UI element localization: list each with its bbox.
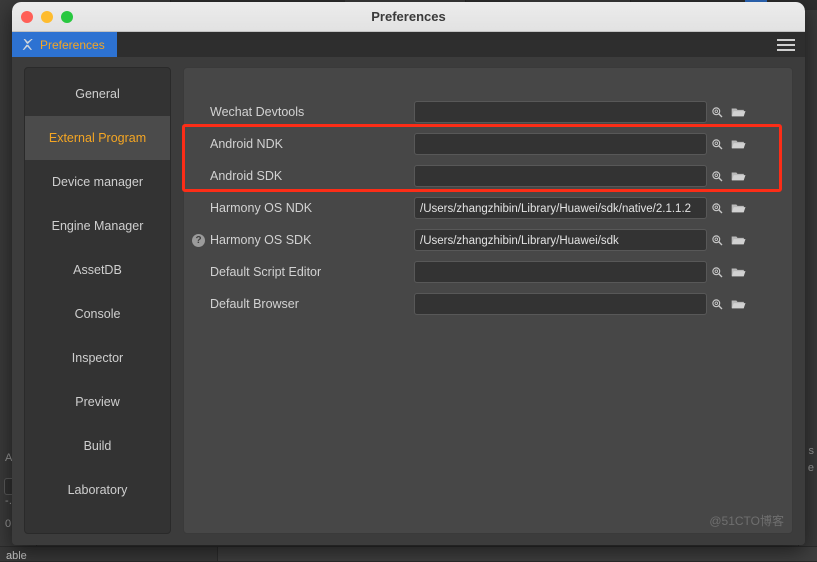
setting-row-wechat-devtools: Wechat Devtools: [184, 96, 792, 128]
field-group: /Users/zhangzhibin/Library/Huawei/sdk: [414, 229, 749, 251]
magnifier-icon[interactable]: [707, 133, 728, 155]
harmony-os-ndk-input[interactable]: /Users/zhangzhibin/Library/Huawei/sdk/na…: [414, 197, 707, 219]
sidebar-item-build[interactable]: Build: [25, 424, 170, 468]
folder-open-icon[interactable]: [728, 197, 749, 219]
magnifier-icon[interactable]: [707, 261, 728, 283]
watermark: @51CTO博客: [709, 514, 784, 528]
settings-sidebar: General External Program Device manager …: [24, 67, 171, 534]
row-label: Harmony OS NDK: [210, 201, 313, 215]
close-button[interactable]: [21, 11, 33, 23]
window-titlebar[interactable]: Preferences: [12, 2, 805, 32]
backdrop-right-label: s: [808, 445, 815, 457]
tools-wrench-icon: [20, 38, 34, 52]
tab-preferences[interactable]: Preferences: [12, 32, 117, 57]
field-group: [414, 133, 749, 155]
tab-label: Preferences: [40, 37, 105, 52]
maximize-button[interactable]: [61, 11, 73, 23]
preferences-window: Preferences Preferences General External…: [12, 2, 805, 545]
magnifier-icon[interactable]: [707, 293, 728, 315]
sidebar-item-external-program[interactable]: External Program: [25, 116, 170, 160]
folder-open-icon[interactable]: [728, 133, 749, 155]
row-label: Wechat Devtools: [210, 105, 305, 119]
folder-open-icon[interactable]: [728, 229, 749, 251]
field-group: [414, 101, 749, 123]
hamburger-menu-icon[interactable]: [777, 32, 795, 57]
android-sdk-input[interactable]: [414, 165, 707, 187]
traffic-lights[interactable]: [21, 11, 73, 23]
folder-open-icon[interactable]: [728, 293, 749, 315]
sidebar-item-preview[interactable]: Preview: [25, 380, 170, 424]
field-group: [414, 261, 749, 283]
folder-open-icon[interactable]: [728, 261, 749, 283]
setting-row-default-browser: Default Browser: [184, 288, 792, 320]
row-label: ? Harmony OS SDK: [184, 233, 414, 247]
sidebar-item-laboratory[interactable]: Laboratory: [25, 468, 170, 512]
folder-open-icon[interactable]: [728, 165, 749, 187]
row-label-text: Harmony OS SDK: [210, 233, 312, 247]
external-program-panel: Wechat Devtools Android NDK Android SDK …: [183, 67, 793, 534]
magnifier-icon[interactable]: [707, 197, 728, 219]
magnifier-icon[interactable]: [707, 165, 728, 187]
row-label: Android NDK: [210, 137, 283, 151]
window-content: General External Program Device manager …: [12, 57, 805, 545]
default-script-editor-input[interactable]: [414, 261, 707, 283]
field-group: [414, 293, 749, 315]
default-browser-input[interactable]: [414, 293, 707, 315]
tab-bar: Preferences: [12, 32, 805, 57]
backdrop-status-segment: [72, 547, 218, 561]
setting-row-android-sdk: Android SDK: [184, 160, 792, 192]
magnifier-icon[interactable]: [707, 229, 728, 251]
sidebar-item-general[interactable]: General: [25, 72, 170, 116]
backdrop-status-label: able: [6, 550, 27, 562]
minimize-button[interactable]: [41, 11, 53, 23]
row-label: Default Browser: [210, 297, 299, 311]
backdrop-status-bar: able: [0, 546, 817, 562]
row-label: Default Script Editor: [210, 265, 322, 279]
sidebar-item-assetdb[interactable]: AssetDB: [25, 248, 170, 292]
setting-row-android-ndk: Android NDK: [184, 128, 792, 160]
setting-row-harmony-os-ndk: Harmony OS NDK /Users/zhangzhibin/Librar…: [184, 192, 792, 224]
field-group: /Users/zhangzhibin/Library/Huawei/sdk/na…: [414, 197, 749, 219]
window-title: Preferences: [371, 9, 446, 24]
sidebar-item-console[interactable]: Console: [25, 292, 170, 336]
sidebar-item-inspector[interactable]: Inspector: [25, 336, 170, 380]
wechat-devtools-input[interactable]: [414, 101, 707, 123]
sidebar-item-device-manager[interactable]: Device manager: [25, 160, 170, 204]
setting-row-harmony-os-sdk: ? Harmony OS SDK /Users/zhangzhibin/Libr…: [184, 224, 792, 256]
android-ndk-input[interactable]: [414, 133, 707, 155]
sidebar-item-engine-manager[interactable]: Engine Manager: [25, 204, 170, 248]
question-mark-icon[interactable]: ?: [192, 233, 205, 247]
row-label: Android SDK: [210, 169, 283, 183]
harmony-os-sdk-input[interactable]: /Users/zhangzhibin/Library/Huawei/sdk: [414, 229, 707, 251]
field-group: [414, 165, 749, 187]
setting-row-default-script-editor: Default Script Editor: [184, 256, 792, 288]
folder-open-icon[interactable]: [728, 101, 749, 123]
magnifier-icon[interactable]: [707, 101, 728, 123]
backdrop-right-label: e: [807, 462, 814, 474]
